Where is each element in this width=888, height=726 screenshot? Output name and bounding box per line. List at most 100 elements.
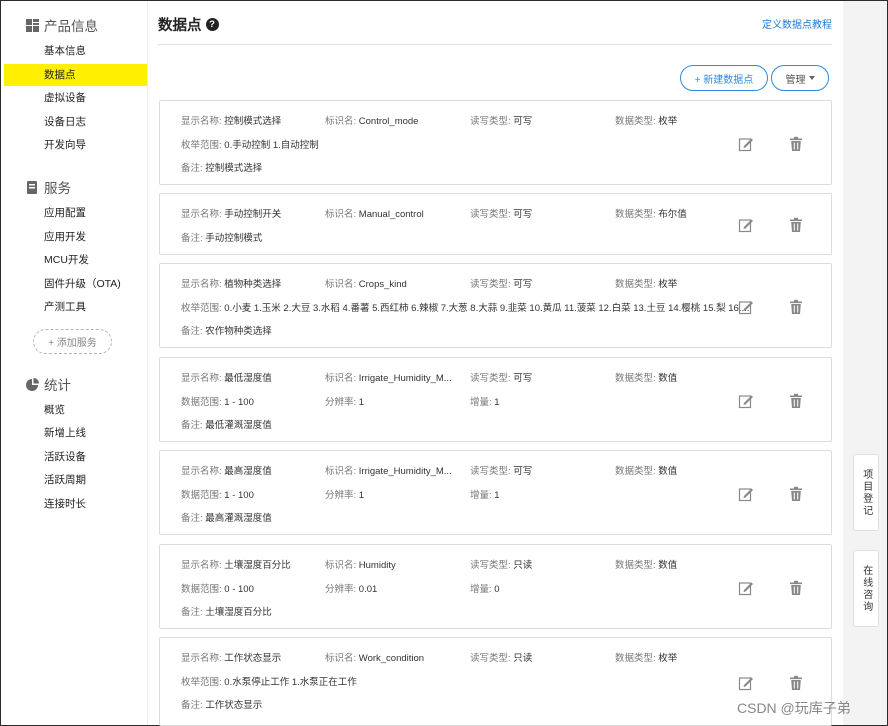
field-value: 0.01 xyxy=(358,584,378,595)
display-name-field: 显示名称: 最低湿度值 xyxy=(181,370,272,384)
new-datapoint-button[interactable]: + 新建数据点 xyxy=(680,65,768,91)
field-value: 1 xyxy=(494,397,500,408)
field-value: 只读 xyxy=(513,560,533,571)
field-label: 数据类型: xyxy=(615,209,656,220)
data-type-field: 数据类型: 数值 xyxy=(615,557,677,571)
edit-icon[interactable] xyxy=(738,136,754,152)
row-actions xyxy=(738,217,804,233)
field-label: 备注: xyxy=(181,326,203,337)
identifier-field: 标识名: Control_mode xyxy=(325,113,418,127)
online-consult-tab[interactable]: 在线咨询 xyxy=(853,550,879,627)
field-label: 显示名称: xyxy=(181,653,222,664)
add-service-button[interactable]: + 添加服务 xyxy=(33,329,112,354)
manage-button[interactable]: 管理 xyxy=(771,65,829,91)
edit-icon[interactable] xyxy=(738,393,754,409)
field-label: 增量: xyxy=(470,397,492,408)
field-value: 可写 xyxy=(513,373,533,384)
tutorial-link[interactable]: 定义数据点教程 xyxy=(762,16,832,31)
sidebar-item-connect-duration[interactable]: 连接时长 xyxy=(1,493,148,515)
field-value: Manual_control xyxy=(358,209,424,220)
field-label: 枚举范围: xyxy=(181,677,222,688)
edit-icon[interactable] xyxy=(738,580,754,596)
sidebar-item-mcu-dev[interactable]: MCU开发 xyxy=(1,249,148,271)
field-value: 0 xyxy=(494,584,500,595)
field-value: 0 - 100 xyxy=(224,584,254,595)
chevron-down-icon xyxy=(808,76,815,80)
watermark: CSDN @玩库子弟 xyxy=(737,700,851,716)
sidebar-item-device-log[interactable]: 设备日志 xyxy=(1,111,148,133)
edit-icon[interactable] xyxy=(738,486,754,502)
field-label: 数据范围: xyxy=(181,584,222,595)
rw-type-field: 读写类型: 可写 xyxy=(470,113,532,127)
trash-icon[interactable] xyxy=(788,299,804,315)
identifier-field: 标识名: Work_condition xyxy=(325,650,424,664)
field-value: 可写 xyxy=(513,116,533,127)
row-actions xyxy=(738,299,804,315)
row-actions xyxy=(738,393,804,409)
field-value: 数值 xyxy=(658,560,678,571)
sidebar-item-ota[interactable]: 固件升级（OTA) xyxy=(1,273,148,295)
field-value: 农作物种类选择 xyxy=(205,326,272,337)
field-label: 数据范围: xyxy=(181,490,222,501)
trash-icon[interactable] xyxy=(788,217,804,233)
resolution-field: 分辨率: 0.01 xyxy=(325,581,377,595)
trash-icon[interactable] xyxy=(788,675,804,691)
section-header-product-info: 产品信息 xyxy=(26,15,98,35)
field-label: 显示名称: xyxy=(181,560,222,571)
project-register-tab[interactable]: 项目登记 xyxy=(853,454,879,531)
sidebar-item-datapoints[interactable]: 数据点 xyxy=(4,64,147,86)
sidebar-item-app-dev[interactable]: 应用开发 xyxy=(1,226,148,248)
field-label: 备注: xyxy=(181,420,203,431)
field-label: 显示名称: xyxy=(181,209,222,220)
edit-icon[interactable] xyxy=(738,217,754,233)
range-field: 数据范围: 1 - 100 xyxy=(181,487,254,501)
field-label: 数据类型: xyxy=(615,279,656,290)
tab-text: 在线咨询 xyxy=(860,564,872,613)
field-label: 标识名: xyxy=(325,653,357,664)
range-field: 数据范围: 1 - 100 xyxy=(181,394,254,408)
sidebar-item-active-period[interactable]: 活跃周期 xyxy=(1,469,148,491)
edit-icon[interactable] xyxy=(738,299,754,315)
field-label: 增量: xyxy=(470,584,492,595)
data-type-field: 数据类型: 数值 xyxy=(615,463,677,477)
data-type-field: 数据类型: 布尔值 xyxy=(615,206,687,220)
datapoint-card: 显示名称: 植物种类选择 标识名: Crops_kind 读写类型: 可写 数据类型:… xyxy=(159,263,832,348)
sidebar-item-dev-guide[interactable]: 开发向导 xyxy=(1,134,148,156)
remark-field: 备注: 农作物种类选择 xyxy=(181,323,272,337)
trash-icon[interactable] xyxy=(788,393,804,409)
field-value: 最高湿度值 xyxy=(224,466,272,477)
sidebar-item-overview[interactable]: 概览 xyxy=(1,399,148,421)
sidebar-item-basic-info[interactable]: 基本信息 xyxy=(1,40,148,62)
range-field: 枚举范围: 0.手动控制 1.自动控制 xyxy=(181,137,319,151)
sidebar-item-test-tool[interactable]: 产测工具 xyxy=(1,296,148,318)
datapoint-card: 显示名称: 手动控制开关 标识名: Manual_control 读写类型: 可写 数… xyxy=(159,193,832,255)
field-label: 显示名称: xyxy=(181,116,222,127)
field-label: 显示名称: xyxy=(181,466,222,477)
trash-icon[interactable] xyxy=(788,136,804,152)
trash-icon[interactable] xyxy=(788,580,804,596)
field-value: 控制模式选择 xyxy=(205,163,263,174)
field-value: 枚举 xyxy=(658,653,678,664)
sidebar-item-new-online[interactable]: 新增上线 xyxy=(1,422,148,444)
field-value: 1 xyxy=(358,397,365,408)
sidebar-item-app-config[interactable]: 应用配置 xyxy=(1,202,148,224)
trash-icon[interactable] xyxy=(788,486,804,502)
field-value: 布尔值 xyxy=(658,209,687,220)
manage-label: 管理 xyxy=(785,74,806,86)
remark-field: 备注: 工作状态显示 xyxy=(181,697,262,711)
sidebar-item-active-devices[interactable]: 活跃设备 xyxy=(1,446,148,468)
field-value: 1 - 100 xyxy=(224,397,254,408)
field-value: 1 xyxy=(358,490,365,501)
row-actions xyxy=(738,675,804,691)
range-field: 枚举范围: 0.水泵停止工作 1.水泵正在工作 xyxy=(181,674,357,688)
edit-icon[interactable] xyxy=(738,675,754,691)
field-label: 标识名: xyxy=(325,560,357,571)
book-icon xyxy=(26,180,39,194)
section-header-services: 服务 xyxy=(26,177,71,197)
help-icon[interactable]: ? xyxy=(205,18,219,31)
identifier-field: 标识名: Humidity xyxy=(325,557,396,571)
field-value: 枚举 xyxy=(658,279,678,290)
field-value: 最高灌溉湿度值 xyxy=(205,513,272,524)
sidebar-item-virtual-device[interactable]: 虚拟设备 xyxy=(1,87,148,109)
field-label: 显示名称: xyxy=(181,279,222,290)
